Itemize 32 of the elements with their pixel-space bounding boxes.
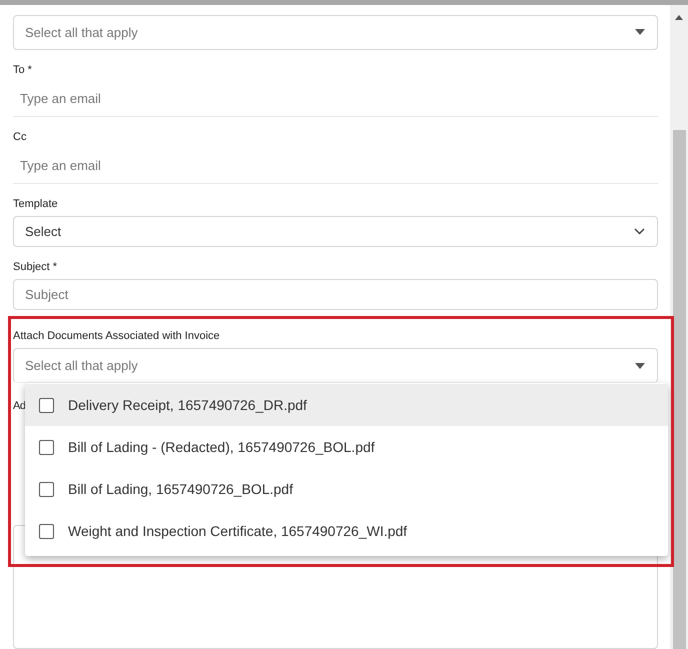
menu-option[interactable]: Weight and Inspection Certificate, 1657490726_WI.pdf	[25, 510, 668, 552]
caret-icon	[635, 29, 645, 36]
select-value: Select	[25, 224, 62, 239]
chevron-down-icon	[634, 228, 645, 235]
menu-option[interactable]: Delivery Receipt, 1657490726_DR.pdf	[25, 384, 668, 426]
subject-input[interactable]: Subject	[13, 278, 658, 310]
checkbox[interactable]	[39, 398, 54, 413]
caret-icon	[635, 362, 645, 369]
scrollbar-thumb[interactable]	[672, 130, 686, 649]
field-label: Subject *	[13, 260, 58, 273]
checkbox[interactable]	[39, 524, 54, 539]
field-label: Attach Documents Associated with Invoice	[13, 330, 221, 342]
select-placeholder: Select all that apply	[25, 358, 138, 374]
menu-option[interactable]: Bill of Lading, 1657490726_BOL.pdf	[25, 468, 668, 510]
email-input[interactable]: Type an email	[13, 148, 658, 184]
input-placeholder: Type an email	[20, 158, 101, 174]
select-field[interactable]: Select all that apply	[13, 15, 658, 50]
menu-option[interactable]: Bill of Lading - (Redacted), 1657490726_BOL.pdf	[25, 426, 668, 468]
input-placeholder: Type an email	[20, 91, 101, 106]
select-placeholder: Select all that apply	[25, 24, 138, 40]
email-input[interactable]: Type an email	[13, 82, 658, 117]
select-field[interactable]: Select	[13, 216, 658, 247]
checkbox[interactable]	[39, 440, 54, 455]
scroll-up-icon[interactable]	[675, 15, 683, 20]
scrollbar[interactable]	[670, 5, 688, 649]
checkbox[interactable]	[39, 482, 54, 497]
input-placeholder: Subject	[25, 287, 68, 302]
field-label: Template	[13, 198, 59, 210]
field-label: Cc	[13, 130, 28, 143]
select-field[interactable]: Select all that apply	[13, 348, 658, 384]
field-label: To *	[13, 64, 33, 76]
field-label: Ad	[13, 400, 26, 412]
